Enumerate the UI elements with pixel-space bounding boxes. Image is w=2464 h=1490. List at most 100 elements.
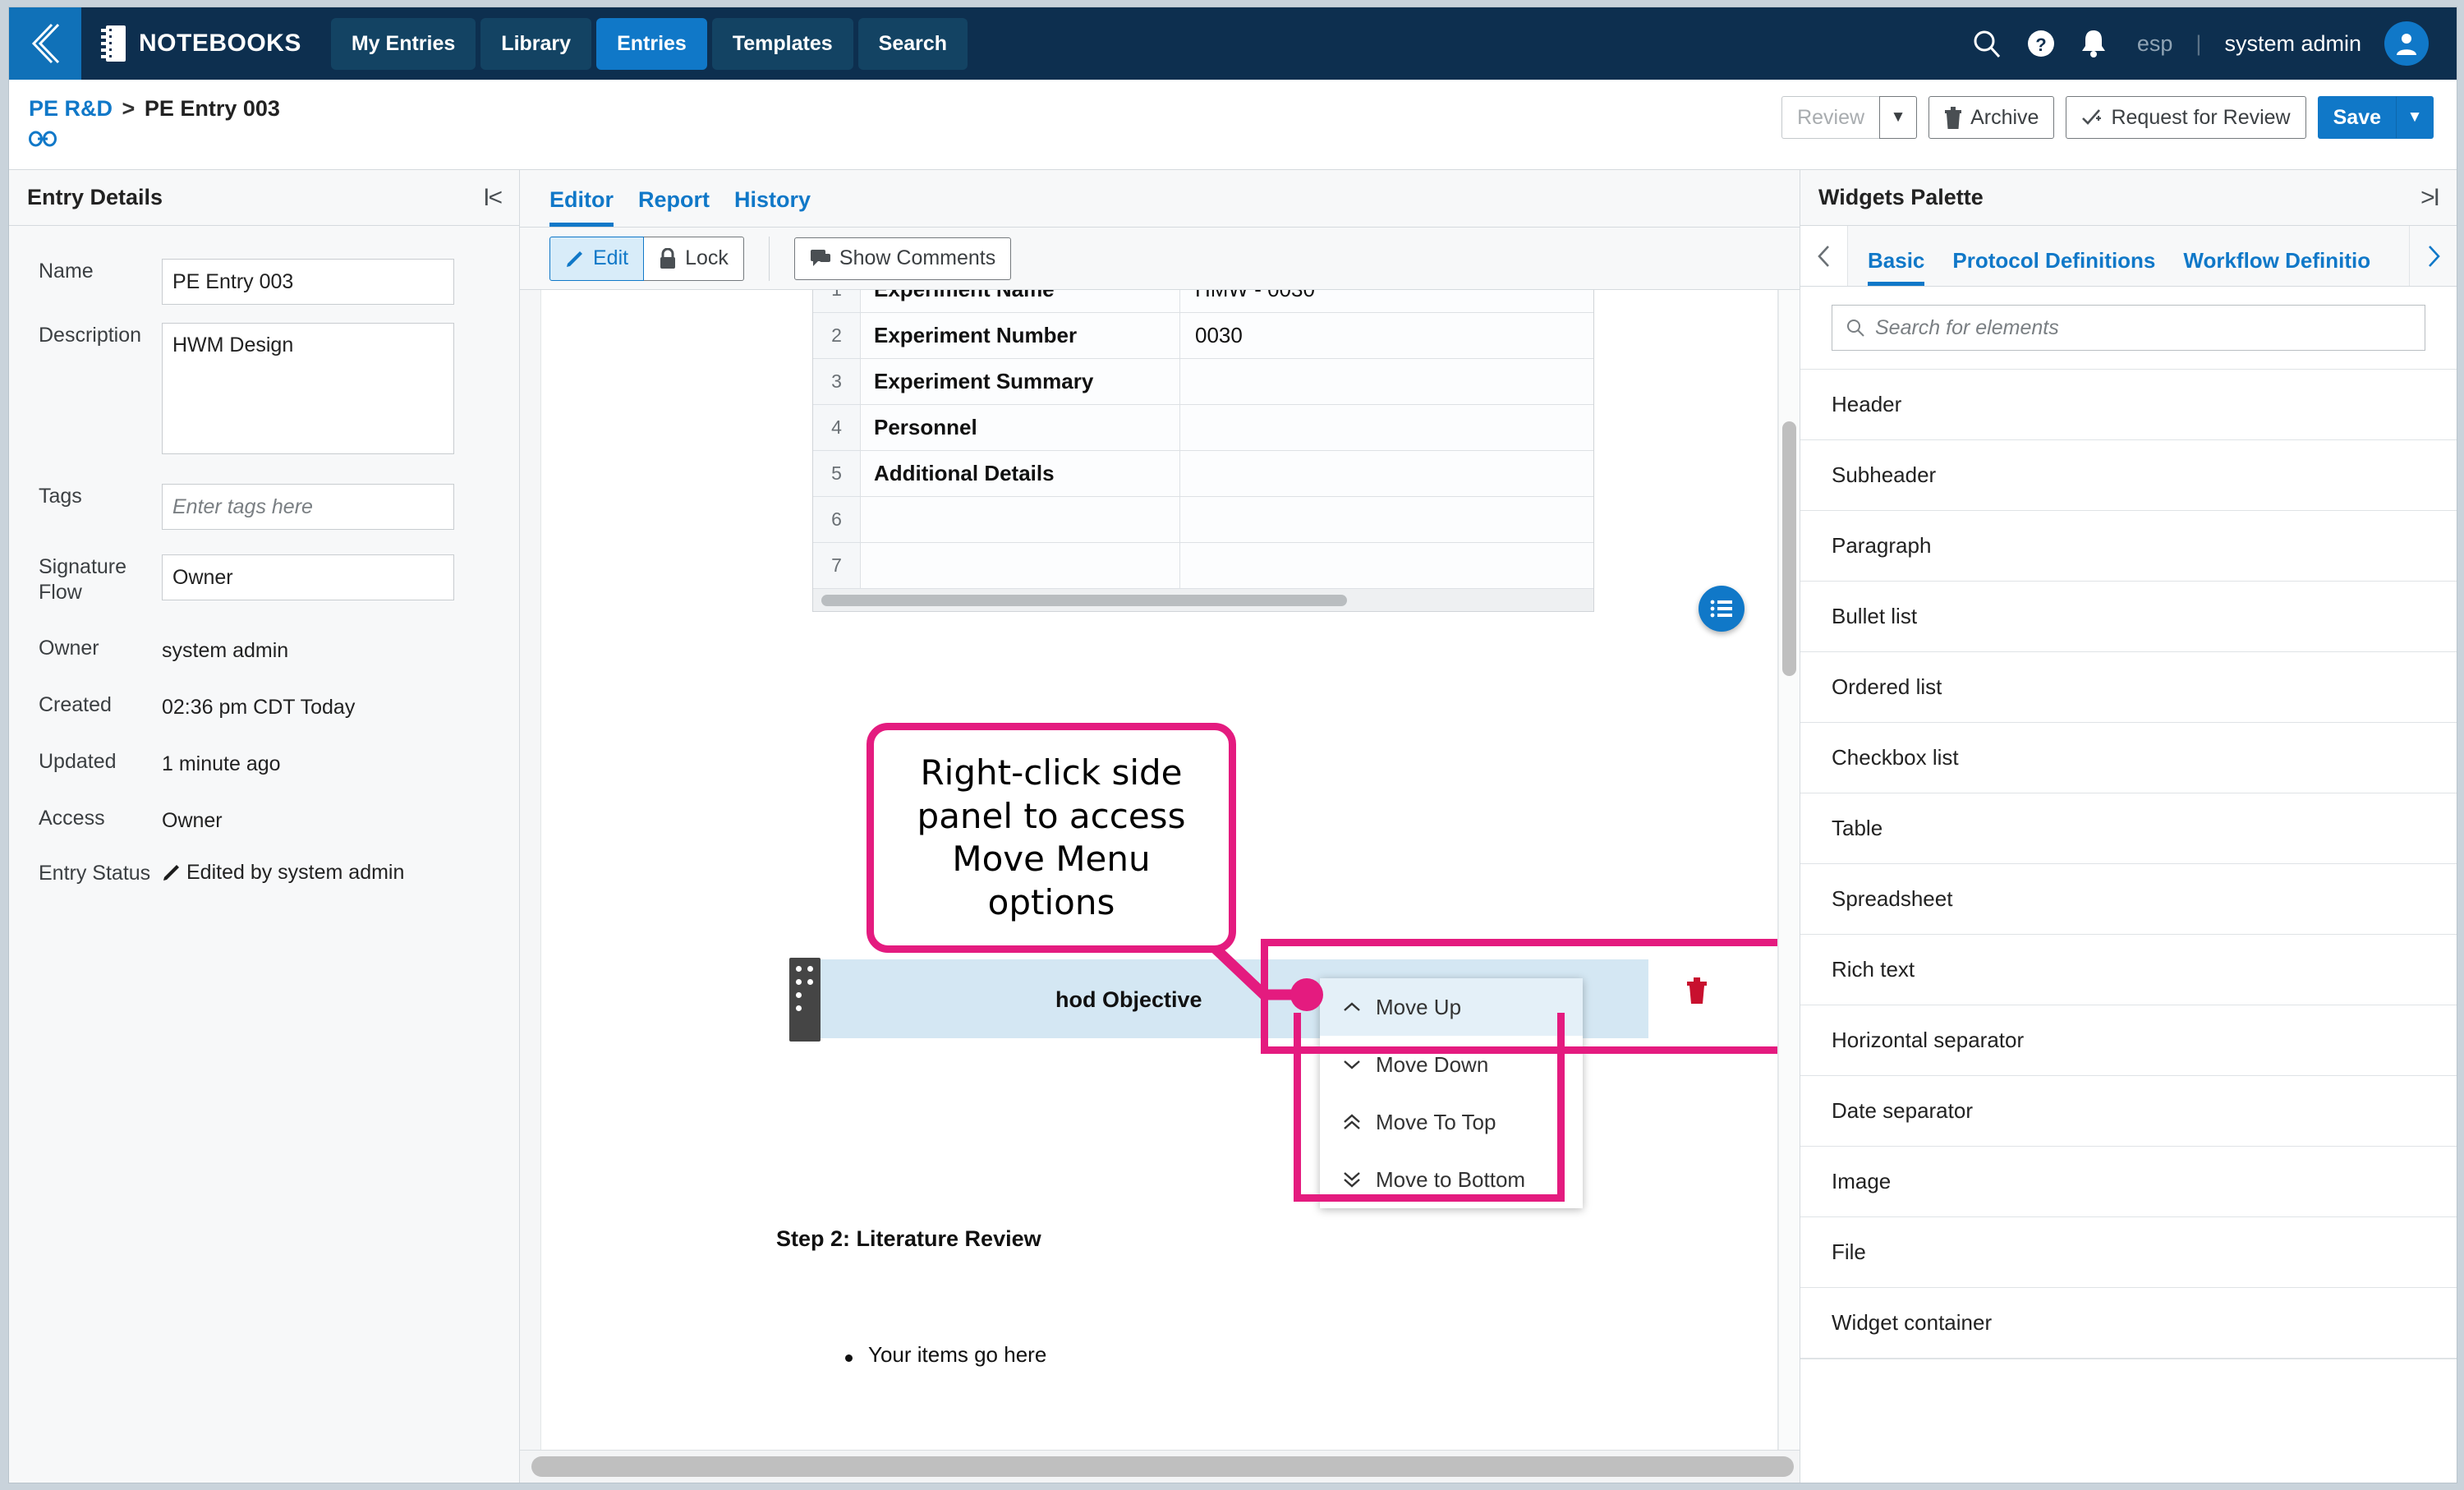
save-dropdown-toggle[interactable]: ▼ [2396,96,2434,139]
bullet-list-item[interactable]: Your items go here [868,1342,1046,1368]
cell-value[interactable] [1180,405,1593,450]
table-row[interactable]: 4 Personnel [813,404,1593,450]
nav-item-templates[interactable]: Templates [711,17,853,70]
table-row[interactable]: 3 Experiment Summary [813,358,1593,404]
palette-item-subheader[interactable]: Subheader [1800,439,2457,510]
search-input[interactable]: Search for elements [1875,316,2059,340]
description-textarea[interactable]: HWM Design [162,323,454,454]
entry-details-fields: Name PE Entry 003 Description HWM Design… [9,226,519,904]
spreadsheet-horizontal-scrollbar[interactable] [813,588,1593,611]
cell-label[interactable] [861,543,1180,588]
review-split-button[interactable]: Review ▼ [1781,96,1918,139]
editor-vertical-scrollbar[interactable] [1778,290,1800,1450]
palette-item-rich-text[interactable]: Rich text [1800,934,2457,1005]
save-split-button[interactable]: Save ▼ [2317,96,2434,139]
help-button[interactable]: ? [2025,28,2057,59]
palette-item-checkbox-list[interactable]: Checkbox list [1800,722,2457,793]
tags-input[interactable]: Enter tags here [162,484,454,530]
palette-item-bullet-list[interactable]: Bullet list [1800,581,2457,651]
field-label-signature-flow: Signature Flow [39,555,127,605]
name-input[interactable]: PE Entry 003 [162,259,454,305]
nav-item-library[interactable]: Library [480,17,592,70]
back-button[interactable] [9,7,81,80]
cell-value[interactable] [1180,451,1593,496]
menu-item-move-to-top[interactable]: Move To Top [1320,1093,1583,1151]
table-row[interactable]: 5 Additional Details [813,450,1593,496]
review-button[interactable]: Review [1781,96,1880,139]
scrollbar-thumb[interactable] [821,595,1347,606]
tab-editor[interactable]: Editor [549,187,614,227]
cell-label[interactable] [861,497,1180,542]
menu-item-move-to-bottom[interactable]: Move to Bottom [1320,1151,1583,1208]
cell-value[interactable] [1180,497,1593,542]
breadcrumb-parent[interactable]: PE R&D [29,96,113,121]
palette-item-image[interactable]: Image [1800,1146,2457,1216]
delete-widget-button[interactable] [1686,977,1708,1008]
tab-basic[interactable]: Basic [1868,248,1925,286]
request-review-label: Request for Review [2111,105,2291,129]
tab-history[interactable]: History [734,187,811,227]
cell-value[interactable] [1180,359,1593,404]
copy-link-button[interactable] [29,130,280,152]
table-row[interactable]: 6 [813,496,1593,542]
avatar[interactable] [2384,21,2429,66]
table-row[interactable]: 7 [813,542,1593,588]
archive-label: Archive [1970,105,2039,129]
cell-label[interactable]: Personnel [861,405,1180,450]
toolbar-divider [768,236,770,281]
scrollbar-thumb[interactable] [531,1456,1794,1477]
palette-next-button[interactable] [2409,226,2457,286]
cell-label[interactable]: Experiment Name [861,290,1180,312]
palette-item-horizontal-separator[interactable]: Horizontal separator [1800,1005,2457,1075]
widget-list-button[interactable] [1699,586,1745,632]
field-row-entry-status: Entry Status Edited by system admin [9,861,519,886]
cell-label[interactable]: Additional Details [861,451,1180,496]
show-comments-button[interactable]: Show Comments [793,237,1012,280]
search-button[interactable] [1971,28,2002,59]
palette-item-file[interactable]: File [1800,1216,2457,1287]
tab-report[interactable]: Report [638,187,710,227]
editor-horizontal-scrollbar[interactable] [520,1450,1800,1483]
palette-item-header[interactable]: Header [1800,369,2457,439]
tab-workflow-definitions[interactable]: Workflow Definitio [2183,248,2370,286]
table-row[interactable]: 1 Experiment Name HMW - 0030 [813,290,1593,312]
palette-prev-button[interactable] [1800,226,1848,286]
current-user-label[interactable]: system admin [2224,31,2361,57]
notifications-button[interactable] [2080,28,2108,59]
breadcrumb-separator: > [122,96,136,121]
cell-value[interactable] [1180,543,1593,588]
spreadsheet-widget[interactable]: 1 Experiment Name HMW - 0030 2 Experimen… [812,290,1594,612]
cell-value[interactable]: HMW - 0030 [1180,290,1593,312]
request-review-button[interactable]: Request for Review [2066,96,2306,139]
nav-item-my-entries[interactable]: My Entries [330,17,476,70]
language-indicator[interactable]: esp [2131,31,2173,57]
palette-item-date-separator[interactable]: Date separator [1800,1075,2457,1146]
review-dropdown-toggle[interactable]: ▼ [1879,96,1918,139]
nav-item-entries[interactable]: Entries [596,17,707,70]
palette-item-widget-container[interactable]: Widget container [1800,1287,2457,1358]
lock-button[interactable]: Lock [644,236,744,281]
edit-button[interactable]: Edit [549,236,645,281]
palette-item-spreadsheet[interactable]: Spreadsheet [1800,863,2457,934]
palette-item-table[interactable]: Table [1800,793,2457,863]
nav-item-search[interactable]: Search [857,17,968,70]
collapse-right-icon[interactable]: >I [2420,184,2440,212]
search-icon [1974,30,2000,58]
palette-item-ordered-list[interactable]: Ordered list [1800,651,2457,722]
archive-button[interactable]: Archive [1928,96,2055,139]
cell-label[interactable]: Experiment Summary [861,359,1180,404]
cell-label[interactable]: Experiment Number [861,313,1180,358]
tab-protocol-definitions[interactable]: Protocol Definitions [1952,248,2155,286]
scrollbar-thumb[interactable] [1782,421,1796,676]
palette-search-box[interactable]: Search for elements [1832,305,2425,351]
editor-canvas[interactable]: 1 Experiment Name HMW - 0030 2 Experimen… [541,290,1778,1450]
collapse-left-icon[interactable]: I< [483,184,503,212]
drag-handle-icon[interactable] [789,958,821,1042]
palette-item-paragraph[interactable]: Paragraph [1800,510,2457,581]
widgets-palette-header: Widgets Palette >I [1800,170,2457,226]
table-row[interactable]: 2 Experiment Number 0030 [813,312,1593,358]
field-row-signature-flow: Signature Flow Owner [9,554,519,606]
save-button[interactable]: Save [2317,96,2396,139]
signature-flow-select[interactable]: Owner [162,554,454,600]
cell-value[interactable]: 0030 [1180,313,1593,358]
